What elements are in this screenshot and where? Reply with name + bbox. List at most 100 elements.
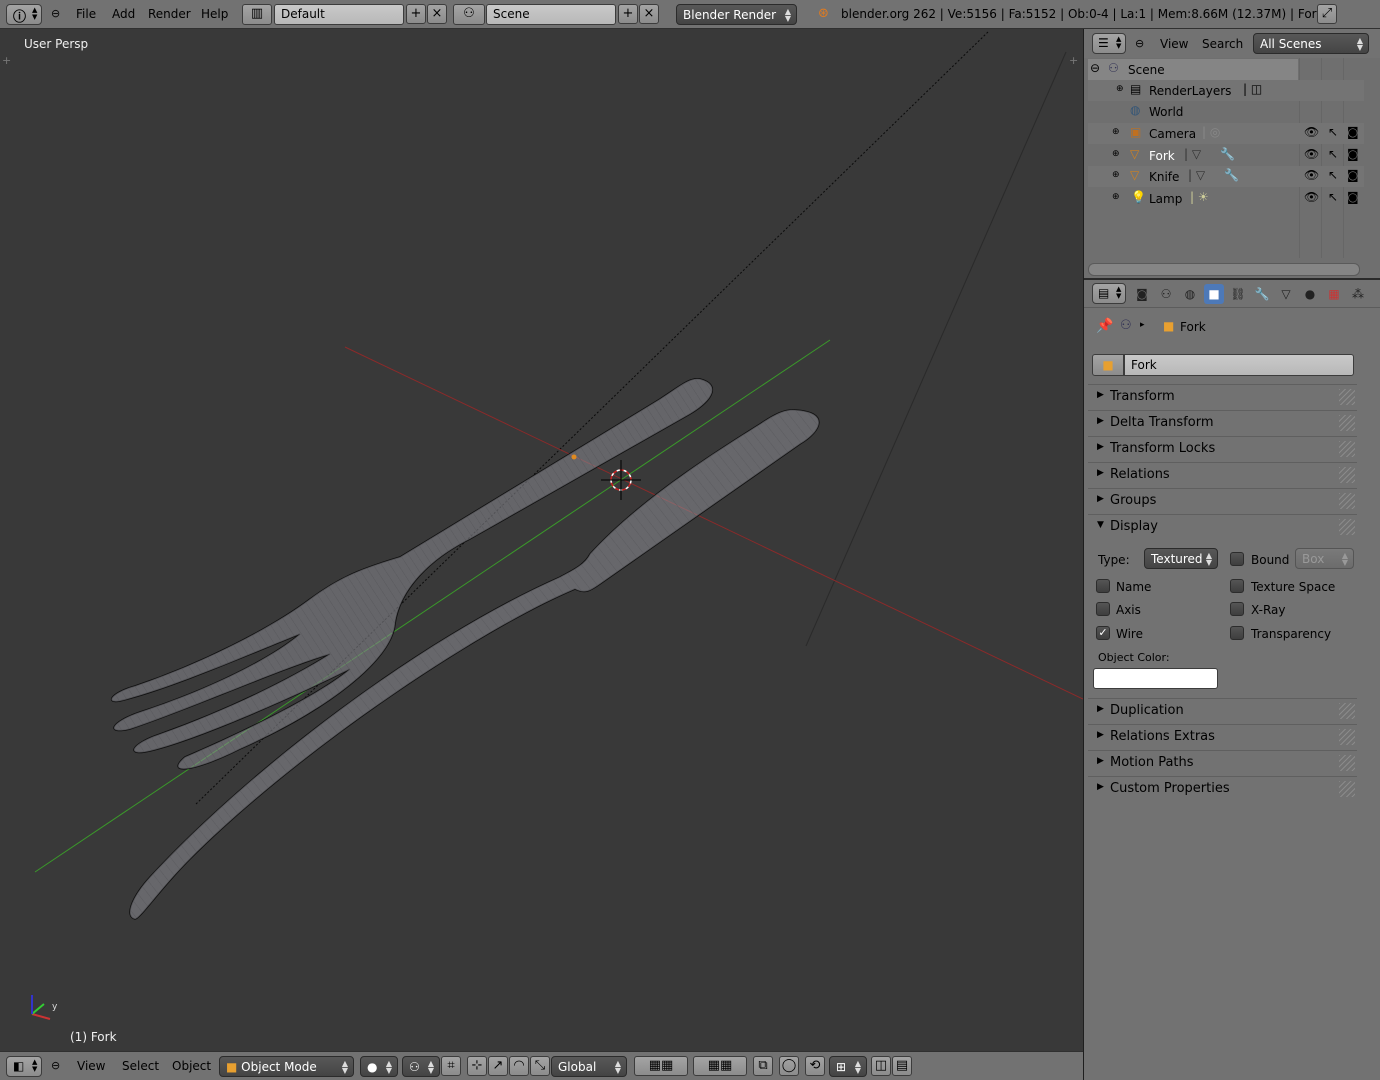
transform-orientation-dropdown[interactable]: Global ▲ ▼ <box>551 1056 627 1077</box>
expand-plus-icon[interactable]: ⊕ <box>1112 170 1120 180</box>
cursor-arrow-icon[interactable]: ↖ <box>1328 168 1338 182</box>
texture-space-checkbox[interactable] <box>1230 579 1244 593</box>
proportional-edit-icon[interactable]: ◯ <box>779 1056 799 1076</box>
bound-checkbox[interactable] <box>1230 552 1244 566</box>
editor-type-button[interactable]: ▤ ▲ ▼ <box>1092 283 1126 304</box>
manipulator-toggle-icon[interactable]: ⊹ <box>467 1056 487 1076</box>
collapse-icon[interactable]: ⊖ <box>1135 37 1144 50</box>
lock-camera-icon[interactable]: ⧉ <box>753 1056 773 1076</box>
object-color-swatch[interactable] <box>1093 668 1218 689</box>
render-camera-icon[interactable]: ◙ <box>1347 190 1359 204</box>
snap-element-dropdown[interactable]: ⊞ ▲ ▼ <box>829 1056 867 1077</box>
outliner-row-lamp[interactable]: ⊕ 💡 Lamp | ☀ 👁 ↖ ◙ <box>1088 188 1364 209</box>
pin-icon[interactable]: 📌 <box>1096 318 1113 334</box>
drag-grip-icon[interactable] <box>1339 781 1355 797</box>
scene-icon[interactable]: ⚇ <box>453 4 485 25</box>
object-name-field[interactable]: Fork <box>1124 354 1354 376</box>
layers-grid-icon[interactable]: ▦▦ <box>693 1056 747 1076</box>
expand-plus-icon[interactable]: ⊕ <box>1112 127 1120 137</box>
menu-help[interactable]: Help <box>201 7 228 21</box>
opengl-anim-icon[interactable]: ▤ <box>892 1056 912 1076</box>
fork-mesh[interactable] <box>110 378 714 770</box>
scene-name-field[interactable]: Scene <box>486 4 616 25</box>
outliner-row-fork[interactable]: ⊕ ▽ Fork | ▽ 🔧 👁 ↖ ◙ <box>1088 145 1364 166</box>
drag-grip-icon[interactable] <box>1339 755 1355 771</box>
add-layout-icon[interactable]: + <box>406 4 426 24</box>
outliner-row-renderlayers[interactable]: ⊕ ▤ RenderLayers | ◫ <box>1088 80 1364 101</box>
axis-checkbox[interactable] <box>1096 602 1110 616</box>
expand-plus-icon[interactable]: ⊕ <box>1116 84 1124 94</box>
horizontal-scrollbar[interactable] <box>1088 263 1360 276</box>
panel-relations-extras[interactable]: ▶ Relations Extras <box>1088 724 1357 748</box>
drag-grip-icon[interactable] <box>1339 467 1355 483</box>
drag-grip-icon[interactable] <box>1339 389 1355 405</box>
bound-type-dropdown[interactable]: Box ▲ ▼ <box>1295 548 1354 569</box>
render-camera-icon[interactable]: ◙ <box>1347 168 1359 182</box>
expand-plus-icon[interactable]: ⊕ <box>1112 192 1120 202</box>
object-tab-icon[interactable]: ■ <box>1204 284 1224 304</box>
panel-relations[interactable]: ▶ Relations <box>1088 462 1357 486</box>
particles-tab-icon[interactable]: ⁂ <box>1348 284 1368 304</box>
menu-render[interactable]: Render <box>148 7 191 21</box>
drag-grip-icon[interactable] <box>1339 519 1355 535</box>
xray-checkbox[interactable] <box>1230 602 1244 616</box>
draw-type-dropdown[interactable]: Textured ▲ ▼ <box>1144 548 1218 569</box>
render-camera-icon[interactable]: ◙ <box>1347 125 1359 139</box>
expand-plus-icon[interactable]: ⊕ <box>1112 149 1120 159</box>
panel-duplication[interactable]: ▶ Duplication <box>1088 698 1357 722</box>
add-scene-icon[interactable]: + <box>618 4 638 24</box>
manipulate-center-icon[interactable]: ⌗ <box>441 1056 461 1076</box>
cursor-arrow-icon[interactable]: ↖ <box>1328 125 1338 139</box>
drag-grip-icon[interactable] <box>1339 415 1355 431</box>
texture-tab-icon[interactable]: ▦ <box>1324 284 1344 304</box>
outliner-row-scene[interactable]: ⊖ ⚇ Scene <box>1088 59 1298 80</box>
data-tab-icon[interactable]: ▽ <box>1276 284 1296 304</box>
menu-add[interactable]: Add <box>112 7 135 21</box>
drag-grip-icon[interactable] <box>1339 703 1355 719</box>
translate-manipulator-icon[interactable]: ↗ <box>488 1056 508 1076</box>
snap-toggle-icon[interactable]: ⟲ <box>805 1056 825 1076</box>
transparency-checkbox[interactable] <box>1230 626 1244 640</box>
mode-dropdown[interactable]: ■ Object Mode ▲ ▼ <box>219 1056 354 1077</box>
panel-groups[interactable]: ▶ Groups <box>1088 488 1357 512</box>
display-mode-dropdown[interactable]: All Scenes ▲ ▼ <box>1253 33 1369 54</box>
eye-icon[interactable]: 👁 <box>1304 168 1319 182</box>
3d-cursor-icon[interactable] <box>601 460 641 500</box>
area-divider[interactable] <box>1083 29 1084 1080</box>
drag-grip-icon[interactable] <box>1339 729 1355 745</box>
modifiers-tab-icon[interactable]: 🔧 <box>1252 284 1272 304</box>
layout-name-field[interactable]: Default <box>274 4 404 25</box>
remove-scene-icon[interactable]: × <box>639 4 659 24</box>
panel-display[interactable]: ▼ Display <box>1088 514 1357 538</box>
screen-layout-icon[interactable]: ▥ <box>242 4 272 25</box>
render-camera-icon[interactable]: ◙ <box>1347 147 1359 161</box>
knife-mesh[interactable] <box>129 409 820 920</box>
viewport-shading-dropdown[interactable]: ● ▲ ▼ <box>360 1056 398 1077</box>
outliner-row-world[interactable]: ◍ World <box>1088 101 1364 122</box>
menu-view[interactable]: View <box>77 1059 105 1073</box>
eye-icon[interactable]: 👁 <box>1304 125 1319 139</box>
wire-checkbox[interactable]: ✓ <box>1096 626 1110 640</box>
drag-grip-icon[interactable] <box>1339 441 1355 457</box>
menu-view[interactable]: View <box>1160 37 1188 51</box>
outliner-row-camera[interactable]: ⊕ ▣ Camera | ◎ 👁 ↖ ◙ <box>1088 123 1364 144</box>
opengl-render-icon[interactable]: ◫ <box>871 1056 891 1076</box>
panel-transform-locks[interactable]: ▶ Transform Locks <box>1088 436 1357 460</box>
panel-custom-properties[interactable]: ▶ Custom Properties <box>1088 776 1357 800</box>
eye-icon[interactable]: 👁 <box>1304 190 1319 204</box>
world-tab-icon[interactable]: ◍ <box>1180 284 1200 304</box>
fullscreen-icon[interactable]: ⤢ <box>1317 4 1337 24</box>
outliner-row-knife[interactable]: ⊕ ▽ Knife | ▽ 🔧 👁 ↖ ◙ <box>1088 166 1364 187</box>
3d-viewport[interactable]: User Persp + + y (1) Fork <box>0 29 1083 1051</box>
scale-manipulator-icon[interactable]: ⤡ <box>530 1056 550 1076</box>
render-tab-icon[interactable]: ◙ <box>1132 284 1152 304</box>
collapse-icon[interactable]: ⊖ <box>51 1059 60 1072</box>
material-tab-icon[interactable]: ● <box>1300 284 1320 304</box>
panel-delta-transform[interactable]: ▶ Delta Transform <box>1088 410 1357 434</box>
scene-tab-icon[interactable]: ⚇ <box>1156 284 1176 304</box>
editor-type-button[interactable]: ☰ ▲ ▼ <box>1092 33 1126 54</box>
drag-grip-icon[interactable] <box>1339 493 1355 509</box>
cursor-arrow-icon[interactable]: ↖ <box>1328 190 1338 204</box>
pivot-point-dropdown[interactable]: ⚇ ▲ ▼ <box>402 1056 440 1077</box>
editor-type-button[interactable]: ◧ ▲ ▼ <box>6 1056 42 1077</box>
